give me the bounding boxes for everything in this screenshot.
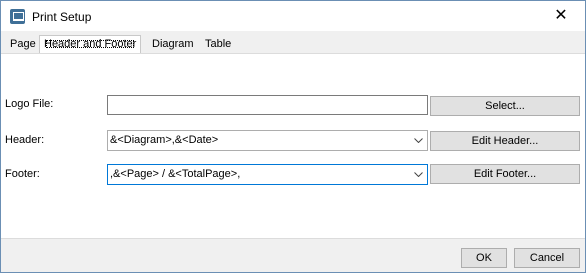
chevron-down-icon[interactable] <box>410 165 427 184</box>
print-setup-dialog: Print Setup ✕ Page Header and Footer Dia… <box>0 0 586 273</box>
edit-header-button[interactable]: Edit Header... <box>430 131 580 151</box>
footer-combo[interactable]: ,&<Page> / &<TotalPage>, <box>107 164 428 185</box>
close-icon[interactable]: ✕ <box>543 1 579 31</box>
edit-footer-button[interactable]: Edit Footer... <box>430 164 580 184</box>
logo-file-label: Logo File: <box>5 98 54 110</box>
ok-button[interactable]: OK <box>461 248 507 268</box>
print-setup-app-icon <box>10 9 25 24</box>
logo-file-input[interactable] <box>107 95 428 115</box>
footer-combo-value: ,&<Page> / &<TotalPage>, <box>110 168 241 180</box>
window-title: Print Setup <box>32 10 92 24</box>
footer-label: Footer: <box>5 168 40 180</box>
title-bar: Print Setup ✕ <box>1 1 585 31</box>
tab-page[interactable]: Page <box>5 36 41 53</box>
tab-header-and-footer-label: Header and Footer <box>44 38 137 50</box>
cancel-button[interactable]: Cancel <box>514 248 580 268</box>
tab-header-and-footer[interactable]: Header and Footer <box>39 35 142 54</box>
header-combo-value: &<Diagram>,&<Date> <box>110 134 219 146</box>
header-label: Header: <box>5 134 45 146</box>
tab-diagram[interactable]: Diagram <box>147 36 199 53</box>
tab-table[interactable]: Table <box>200 36 236 53</box>
chevron-down-icon[interactable] <box>410 131 427 150</box>
select-logo-button[interactable]: Select... <box>430 96 580 116</box>
header-combo[interactable]: &<Diagram>,&<Date> <box>107 130 428 151</box>
